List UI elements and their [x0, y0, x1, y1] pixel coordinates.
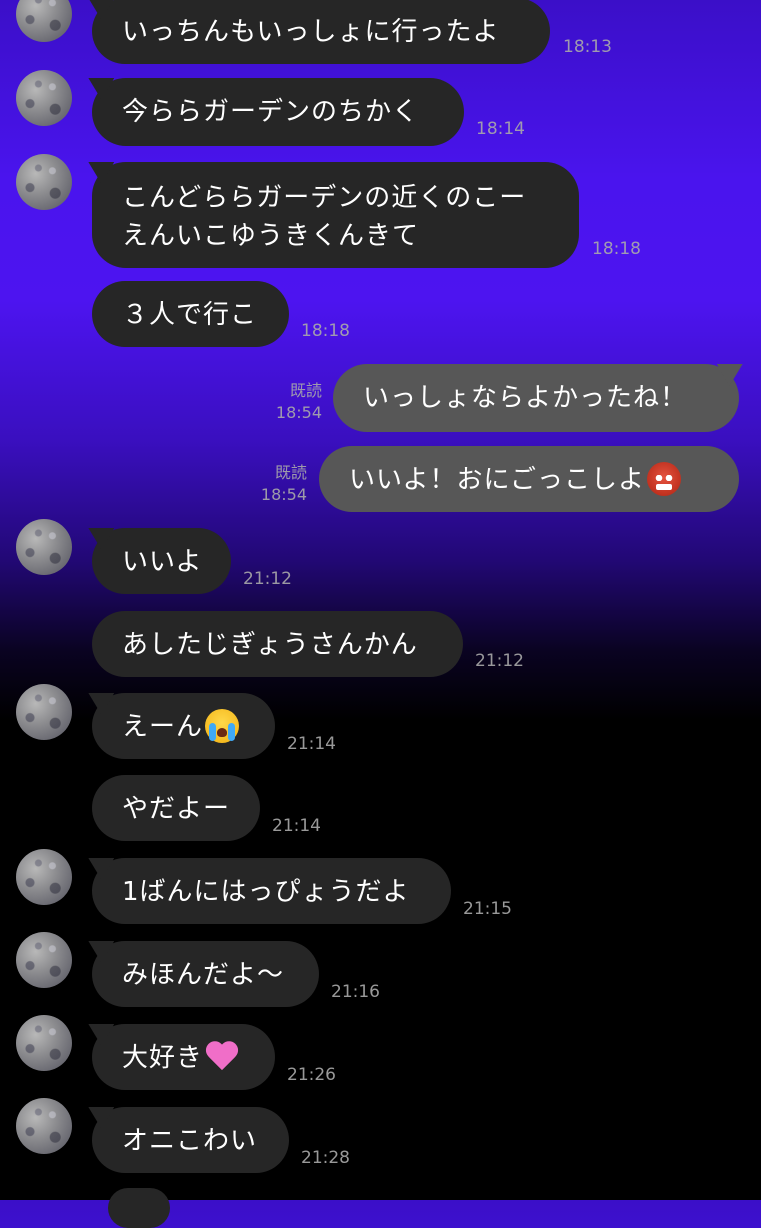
message-bubble[interactable]: 1ばんにはっぴょうだよ [92, 858, 451, 924]
avatar[interactable] [16, 70, 72, 126]
read-receipt: 既読 [274, 463, 307, 482]
message-text: いっしょならよかったね！ [363, 383, 688, 413]
message-bubble[interactable]: 今ららガーデンのちかく [92, 78, 464, 146]
message-time: 18:54 [275, 403, 322, 422]
avatar[interactable] [16, 932, 72, 988]
message-text-line-2: えんいこゆうきくんきて [122, 221, 420, 251]
message-bubble[interactable]: いっちんもいっしょに行ったよ [92, 0, 550, 64]
avatar[interactable] [16, 684, 72, 740]
message-time: 18:14 [476, 119, 525, 139]
message-time: 21:26 [287, 1065, 336, 1085]
message-time: 18:18 [301, 321, 350, 341]
message-time: 18:18 [592, 239, 641, 259]
read-receipt: 既読 [289, 381, 322, 400]
message-text: ３人で行こ [122, 300, 258, 330]
message-time: 21:12 [475, 651, 524, 671]
message-bubble[interactable]: オニこわい [92, 1107, 289, 1173]
message-bubble[interactable]: ３人で行こ [92, 281, 289, 347]
message-time: 21:16 [331, 982, 380, 1002]
message-text: えーん [122, 712, 204, 742]
message-text: オニこわい [122, 1126, 258, 1156]
message-time: 21:28 [301, 1148, 350, 1168]
message-text: 1ばんにはっぴょうだよ [122, 877, 410, 907]
message-text: やだよー [122, 794, 231, 824]
message-bubble[interactable]: みほんだよ～ [92, 941, 319, 1007]
message-text: いっちんもいっしょに行ったよ [122, 17, 500, 47]
pink-heart-icon [205, 1042, 239, 1072]
avatar[interactable] [16, 154, 72, 210]
message-bubble[interactable]: いっしょならよかったね！ [333, 364, 739, 432]
message-time: 18:13 [563, 37, 612, 57]
message-time: 21:15 [463, 899, 512, 919]
message-text: いいよ！おにごっこしよ [349, 465, 645, 495]
message-bubble[interactable]: あしたじぎょうさんかん [92, 611, 463, 677]
message-bubble-partial[interactable] [108, 1188, 170, 1228]
avatar[interactable] [16, 519, 72, 575]
message-text: 大好き [122, 1043, 204, 1073]
message-bubble[interactable]: いいよ [92, 528, 231, 594]
message-text: いいよ [122, 547, 203, 577]
message-time: 21:14 [272, 816, 321, 836]
avatar[interactable] [16, 1098, 72, 1154]
message-bubble[interactable]: やだよー [92, 775, 260, 841]
message-bubble[interactable]: いいよ！おにごっこしよ [319, 446, 739, 512]
ogre-face-icon [646, 462, 681, 496]
loudly-crying-face-icon [205, 709, 240, 743]
message-bubble[interactable]: こんどららガーデンの近くのこー えんいこゆうきくんきて [92, 162, 579, 268]
message-time: 21:12 [243, 569, 292, 589]
message-time: 21:14 [287, 734, 336, 754]
message-time: 18:54 [260, 485, 307, 504]
avatar[interactable] [16, 849, 72, 905]
message-bubble[interactable]: えーん [92, 693, 275, 759]
message-bubble[interactable]: 大好き [92, 1024, 275, 1090]
avatar[interactable] [16, 0, 72, 42]
message-text: あしたじぎょうさんかん [122, 630, 418, 660]
message-text: みほんだよ～ [122, 960, 285, 990]
message-text: 今ららガーデンのちかく [122, 97, 420, 127]
avatar[interactable] [16, 1015, 72, 1071]
